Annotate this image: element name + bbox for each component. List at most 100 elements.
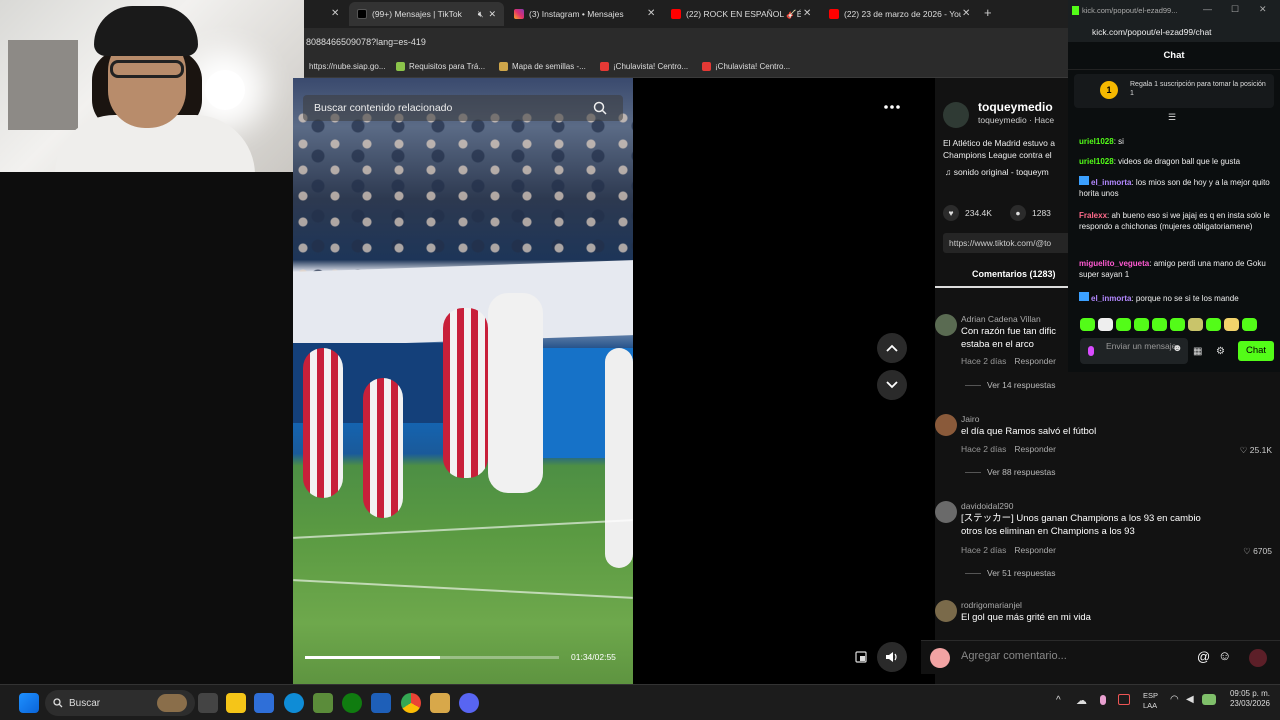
close-tab-icon[interactable]: ✕ <box>962 8 970 19</box>
new-tab-button[interactable]: + <box>984 5 992 20</box>
chat-username[interactable]: el_inmorta <box>1091 178 1131 187</box>
post-comment-button[interactable] <box>1249 649 1267 667</box>
next-video-button[interactable] <box>877 370 907 400</box>
language-indicator[interactable]: ESP LAA <box>1143 691 1158 711</box>
comment-username[interactable]: Adrian Cadena Villan <box>961 314 1041 324</box>
windows-start-icon[interactable] <box>19 693 39 713</box>
edge-icon[interactable] <box>284 693 304 713</box>
emote-icon[interactable] <box>1098 318 1113 331</box>
minimize-icon[interactable]: — <box>1203 4 1212 14</box>
comment-button[interactable]: ● 1283 <box>1010 205 1051 221</box>
view-replies-button[interactable]: Ver 51 respuestas <box>965 568 1056 578</box>
emote-icon[interactable] <box>1206 318 1221 331</box>
chevron-up-icon[interactable]: ^ <box>1056 695 1061 706</box>
chat-username[interactable]: uriel1028 <box>1079 157 1114 166</box>
volume-icon[interactable]: ◀ <box>1186 694 1194 705</box>
like-button[interactable]: ♥ 234.4K <box>943 205 992 221</box>
tab-comments[interactable]: Comentarios (1283) <box>972 269 1056 279</box>
emote-icon[interactable] <box>1152 318 1167 331</box>
comment-like-button[interactable]: ♡ 6705 <box>1243 546 1272 557</box>
chat-username[interactable]: Fralexx <box>1079 211 1107 220</box>
view-replies-button[interactable]: Ver 14 respuestas <box>965 380 1056 390</box>
comment-username[interactable]: Jairo <box>961 414 979 424</box>
mute-icon[interactable]: 🔇︎ <box>478 9 484 20</box>
commenter-avatar[interactable] <box>935 600 957 622</box>
author-avatar[interactable] <box>943 102 969 128</box>
emoji-icon[interactable]: ☻ <box>1172 344 1183 354</box>
author-name[interactable]: toqueymedio <box>978 100 1053 114</box>
reply-button[interactable]: Responder <box>1014 356 1056 366</box>
mention-icon[interactable]: @ <box>1197 649 1210 664</box>
previous-video-button[interactable] <box>877 333 907 363</box>
wifi-icon[interactable]: ◠ <box>1170 694 1179 705</box>
mic-icon[interactable] <box>1088 346 1094 356</box>
emote-icon[interactable] <box>1242 318 1257 331</box>
mic-icon[interactable] <box>1100 695 1106 705</box>
sound-link[interactable]: ♫ sonido original - toqueym <box>945 167 1049 177</box>
tab-youtube-date[interactable]: (22) 23 de marzo de 2026 - You <box>829 4 961 24</box>
search-icon[interactable] <box>593 101 607 115</box>
comment-input[interactable]: Agregar comentario... <box>961 650 1067 662</box>
close-icon[interactable]: ✕ <box>488 9 496 20</box>
discord-icon[interactable] <box>459 693 479 713</box>
taskbar-search[interactable]: Buscar <box>45 690 195 716</box>
bookmark-item[interactable]: Requisitos para Trá... <box>396 62 485 71</box>
bookmark-item[interactable]: Mapa de semillas -... <box>499 62 586 71</box>
minecraft-icon[interactable] <box>313 693 333 713</box>
send-chat-button[interactable]: Chat <box>1238 341 1274 361</box>
commenter-avatar[interactable] <box>935 314 957 336</box>
xbox-icon[interactable] <box>342 693 362 713</box>
close-tab-icon[interactable]: ✕ <box>331 8 339 19</box>
outlook-icon[interactable] <box>371 693 391 713</box>
cloud-icon[interactable]: ☁ <box>1076 694 1087 707</box>
chat-username[interactable]: miguelito_vegueta <box>1079 259 1149 268</box>
emote-icon[interactable] <box>1080 318 1095 331</box>
related-search-input[interactable]: Buscar contenido relacionado <box>303 95 623 121</box>
video-player[interactable]: Buscar contenido relacionado 01:34/02:55 <box>293 78 633 684</box>
emote-icon[interactable] <box>1134 318 1149 331</box>
monitor-icon[interactable] <box>1118 694 1130 705</box>
tab-tiktok[interactable]: (99+) Mensajes | TikTok 🔇︎ ✕ <box>349 2 504 26</box>
address-bar[interactable]: 8088466509078?lang=es-419 <box>304 28 1068 56</box>
gift-icon[interactable]: ▦ <box>1193 346 1202 357</box>
reply-button[interactable]: Responder <box>1014 444 1056 454</box>
store-icon[interactable] <box>254 693 274 713</box>
copy-link-field[interactable]: https://www.tiktok.com/@to <box>943 233 1075 253</box>
chat-username[interactable]: el_inmorta <box>1091 294 1131 303</box>
maximize-icon[interactable]: ☐ <box>1231 4 1239 15</box>
bookmark-item[interactable]: https://nube.siap.go... <box>309 62 386 71</box>
view-replies-button[interactable]: Ver 88 respuestas <box>965 467 1056 477</box>
chat-username[interactable]: uriel1028 <box>1079 137 1114 146</box>
comment-like-button[interactable]: ♡ 25.1K <box>1240 445 1272 456</box>
file-explorer-icon[interactable] <box>226 693 246 713</box>
floating-player-button[interactable] <box>846 642 876 672</box>
clock[interactable]: 09:05 p. m. 23/03/2026 <box>1230 689 1270 709</box>
emote-icon[interactable] <box>1170 318 1185 331</box>
task-view-icon[interactable] <box>198 693 218 713</box>
close-icon[interactable]: ✕ <box>1259 4 1267 15</box>
gear-icon[interactable]: ⚙ <box>1216 346 1225 357</box>
emote-icon[interactable] <box>1188 318 1203 331</box>
more-options-button[interactable] <box>877 92 907 122</box>
chrome-icon[interactable] <box>401 693 421 713</box>
reply-button[interactable]: Responder <box>1014 545 1056 555</box>
kick-address-bar[interactable]: kick.com/popout/el-ezad99/chat <box>1068 22 1280 42</box>
bookmark-item[interactable]: ¡Chulavista! Centro... <box>600 62 688 71</box>
app-icon[interactable] <box>430 693 450 713</box>
filter-icon[interactable]: ☰ <box>1168 112 1176 123</box>
tab-youtube-rock[interactable]: (22) ROCK EN ESPAÑOL 🎸ÉXI <box>671 4 801 24</box>
commenter-avatar[interactable] <box>935 501 957 523</box>
pinned-gift-banner[interactable]: 1 Regala 1 suscripción para tomar la pos… <box>1074 74 1274 108</box>
tab-instagram[interactable]: (3) Instagram • Mensajes <box>514 4 664 24</box>
commenter-avatar[interactable] <box>935 414 957 436</box>
emoji-icon[interactable]: ☺ <box>1218 648 1231 663</box>
emote-icon[interactable] <box>1116 318 1131 331</box>
close-tab-icon[interactable]: ✕ <box>647 8 655 19</box>
chat-message-input[interactable]: Enviar un mensaje ☻ <box>1080 338 1188 364</box>
comment-username[interactable]: davidoidal290 <box>961 501 1013 511</box>
volume-button[interactable] <box>877 642 907 672</box>
emote-icon[interactable] <box>1224 318 1239 331</box>
bookmark-item[interactable]: ¡Chulavista! Centro... <box>702 62 790 71</box>
comment-username[interactable]: rodrigomarianjel <box>961 600 1022 610</box>
video-progress-bar[interactable] <box>305 656 559 659</box>
